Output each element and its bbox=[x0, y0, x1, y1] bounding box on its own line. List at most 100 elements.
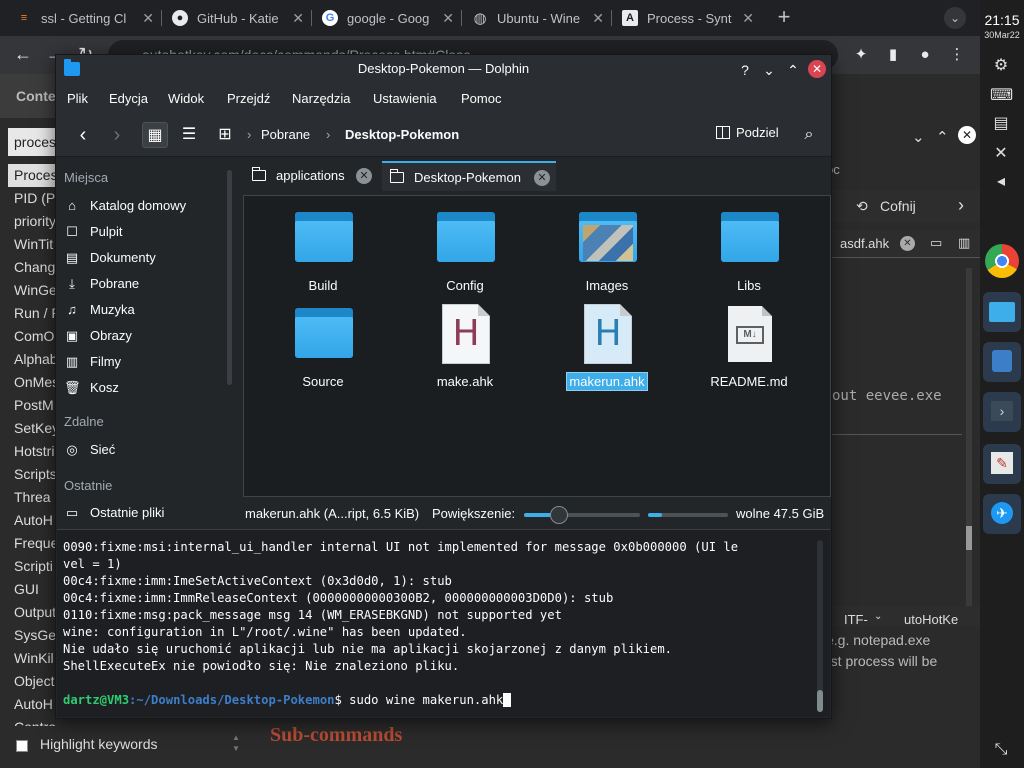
place-downloads[interactable]: ⤓ Pobrane bbox=[64, 272, 222, 296]
index-list-item[interactable]: PID (P bbox=[8, 187, 56, 210]
index-list-item[interactable]: WinTit bbox=[8, 233, 56, 256]
zoom-slider[interactable] bbox=[524, 506, 640, 524]
terminal-app-icon[interactable]: › bbox=[983, 392, 1021, 432]
extensions-icon[interactable]: ✦ bbox=[852, 46, 870, 64]
chevron-down-icon[interactable]: ⌄ bbox=[912, 128, 925, 146]
breadcrumb-pobrane[interactable]: Pobrane bbox=[261, 127, 310, 142]
chrome-app-icon[interactable] bbox=[985, 244, 1019, 278]
menu-edycja[interactable]: Edycja bbox=[109, 91, 148, 106]
compact-view-button[interactable]: ☰ bbox=[176, 122, 202, 148]
help-icon[interactable]: ? bbox=[736, 61, 754, 79]
index-list-item[interactable]: Object bbox=[8, 670, 56, 693]
menu-przejdz[interactable]: Przejdź bbox=[227, 91, 270, 106]
chevron-right-icon[interactable]: › bbox=[958, 195, 964, 216]
place-videos[interactable]: ▥ Filmy bbox=[64, 350, 222, 374]
index-list-item[interactable]: WinKil bbox=[8, 647, 56, 670]
place-recent-files[interactable]: ▭ Ostatnie pliki bbox=[64, 501, 222, 525]
index-list-item[interactable]: SysGe bbox=[8, 624, 56, 647]
editor-tab[interactable]: asdf.ahk bbox=[840, 236, 889, 251]
editor-scrollbar[interactable] bbox=[966, 268, 972, 608]
menu-pomoc[interactable]: Pomoc bbox=[461, 91, 501, 106]
index-list-item[interactable]: Run / R bbox=[8, 302, 56, 325]
columns-icon[interactable]: ▥ bbox=[958, 235, 970, 251]
place-network[interactable]: ◎ Sieć bbox=[64, 438, 222, 462]
close-icon[interactable]: ✕ bbox=[958, 126, 976, 144]
menu-widok[interactable]: Widok bbox=[168, 91, 204, 106]
highlight-keywords-checkbox[interactable] bbox=[16, 740, 28, 752]
close-tab-icon[interactable]: ✕ bbox=[356, 168, 372, 184]
collapse-icon[interactable]: ◂ bbox=[990, 172, 1012, 192]
index-list-item[interactable]: Freque bbox=[8, 532, 56, 555]
index-list-item[interactable]: AutoH bbox=[8, 509, 56, 532]
place-desktop[interactable]: ☐ Pulpit bbox=[64, 220, 222, 244]
window-titlebar[interactable]: Desktop-Pokemon — Dolphin ? ⌄ ⌃ ✕ bbox=[56, 55, 831, 85]
maximize-icon[interactable]: ⌃ bbox=[784, 61, 802, 79]
new-tab-button[interactable]: + bbox=[772, 6, 796, 30]
index-list-item[interactable]: SetKey bbox=[8, 417, 56, 440]
folder-icon[interactable]: ▭ bbox=[930, 235, 942, 251]
index-list-item[interactable]: Chang bbox=[8, 256, 56, 279]
undo-icon[interactable]: ⟲ bbox=[856, 198, 868, 215]
close-tab-icon[interactable]: ✕ bbox=[742, 10, 754, 27]
index-list-item[interactable]: WinGe bbox=[8, 279, 56, 302]
split-button[interactable]: Podziel bbox=[716, 125, 779, 140]
browser-tab-3[interactable]: G google - Goog ✕ bbox=[312, 0, 462, 36]
close-tab-icon[interactable]: ✕ bbox=[142, 10, 154, 27]
menu-icon[interactable]: ⋮ bbox=[948, 46, 966, 64]
zoom-slider-handle[interactable] bbox=[549, 506, 568, 524]
forward-icon[interactable]: › bbox=[104, 122, 130, 148]
index-list-item[interactable]: Proces bbox=[8, 164, 56, 187]
clipboard-icon[interactable]: ▤ bbox=[990, 114, 1012, 134]
profile-icon[interactable]: ● bbox=[916, 46, 934, 64]
index-list-item[interactable]: Threa bbox=[8, 486, 56, 509]
terminal-prompt[interactable]: dartz@VM3:~/Downloads/Desktop-Pokemon$ s… bbox=[63, 693, 512, 707]
index-list-item[interactable]: Alphab bbox=[8, 348, 56, 371]
index-list-item[interactable]: ComO bbox=[8, 325, 56, 348]
file-item-selected[interactable]: H makerun.ahk bbox=[547, 302, 667, 394]
menu-ustawienia[interactable]: Ustawienia bbox=[373, 91, 437, 106]
file-item[interactable]: H make.ahk bbox=[405, 302, 525, 394]
terminal-panel[interactable]: 0090:fixme:msi:internal_ui_handler inter… bbox=[57, 529, 830, 717]
close-tab-icon[interactable]: ✕ bbox=[592, 10, 604, 27]
index-list-item[interactable]: PostM bbox=[8, 394, 56, 417]
place-trash[interactable]: 🗑 Kosz bbox=[64, 376, 222, 400]
icons-view-button[interactable]: ▦ bbox=[142, 122, 168, 148]
file-view[interactable]: Build Config Images Libs Source H make.a… bbox=[243, 195, 831, 497]
view-tab-desktop-pokemon[interactable]: Desktop-Pokemon ✕ bbox=[382, 161, 556, 191]
menu-plik[interactable]: Plik bbox=[67, 91, 88, 106]
browser-tab-1[interactable]: ≡ ssl - Getting Cl ✕ bbox=[6, 0, 162, 36]
view-tab-applications[interactable]: applications ✕ bbox=[244, 161, 378, 191]
wine-app-icon[interactable]: ✎ bbox=[983, 444, 1021, 484]
index-list-item[interactable]: Scripts bbox=[8, 463, 56, 486]
close-tab-icon[interactable]: ✕ bbox=[442, 10, 454, 27]
breadcrumb-current[interactable]: Desktop-Pokemon bbox=[345, 127, 459, 142]
chevron-up-icon[interactable]: ⌃ bbox=[936, 128, 949, 146]
kde-app-icon[interactable]: ✈ bbox=[983, 494, 1021, 534]
terminal-scrollbar[interactable] bbox=[817, 540, 823, 712]
index-list-item[interactable]: priority bbox=[8, 210, 56, 233]
file-item[interactable]: Source bbox=[263, 302, 383, 394]
browser-tab-2[interactable]: ● GitHub - Katie ✕ bbox=[162, 0, 312, 36]
details-view-button[interactable]: ⊞ bbox=[212, 122, 238, 148]
back-icon[interactable]: ← bbox=[14, 44, 32, 65]
place-music[interactable]: ♫ Muzyka bbox=[64, 298, 222, 322]
file-item[interactable]: Images bbox=[547, 206, 667, 298]
places-scrollbar[interactable] bbox=[227, 170, 232, 385]
index-list-item[interactable]: AutoH bbox=[8, 693, 56, 716]
index-list-item[interactable]: OnMes bbox=[8, 371, 56, 394]
place-pictures[interactable]: ▣ Obrazy bbox=[64, 324, 222, 348]
close-tab-icon[interactable]: ✕ bbox=[292, 10, 304, 27]
index-search-input[interactable]: proces bbox=[8, 128, 56, 156]
window-close-button[interactable]: ✕ bbox=[808, 60, 826, 78]
close-tab-icon[interactable]: ✕ bbox=[900, 236, 915, 251]
keyboard-icon[interactable]: ⌨ bbox=[990, 86, 1013, 106]
volume-muted-icon[interactable]: ✕ bbox=[990, 144, 1012, 164]
files-app-icon[interactable] bbox=[983, 292, 1021, 332]
file-item[interactable]: Config bbox=[405, 206, 525, 298]
encoding-select[interactable]: ITF- bbox=[844, 612, 868, 627]
browser-tab-4[interactable]: ◍ Ubuntu - Wine ✕ bbox=[462, 0, 612, 36]
file-item[interactable]: Libs bbox=[689, 206, 809, 298]
search-icon[interactable]: ⌕ bbox=[796, 122, 822, 148]
clock[interactable]: 21:15 bbox=[980, 12, 1024, 28]
tab-search-button[interactable]: ⌄ bbox=[944, 7, 966, 29]
